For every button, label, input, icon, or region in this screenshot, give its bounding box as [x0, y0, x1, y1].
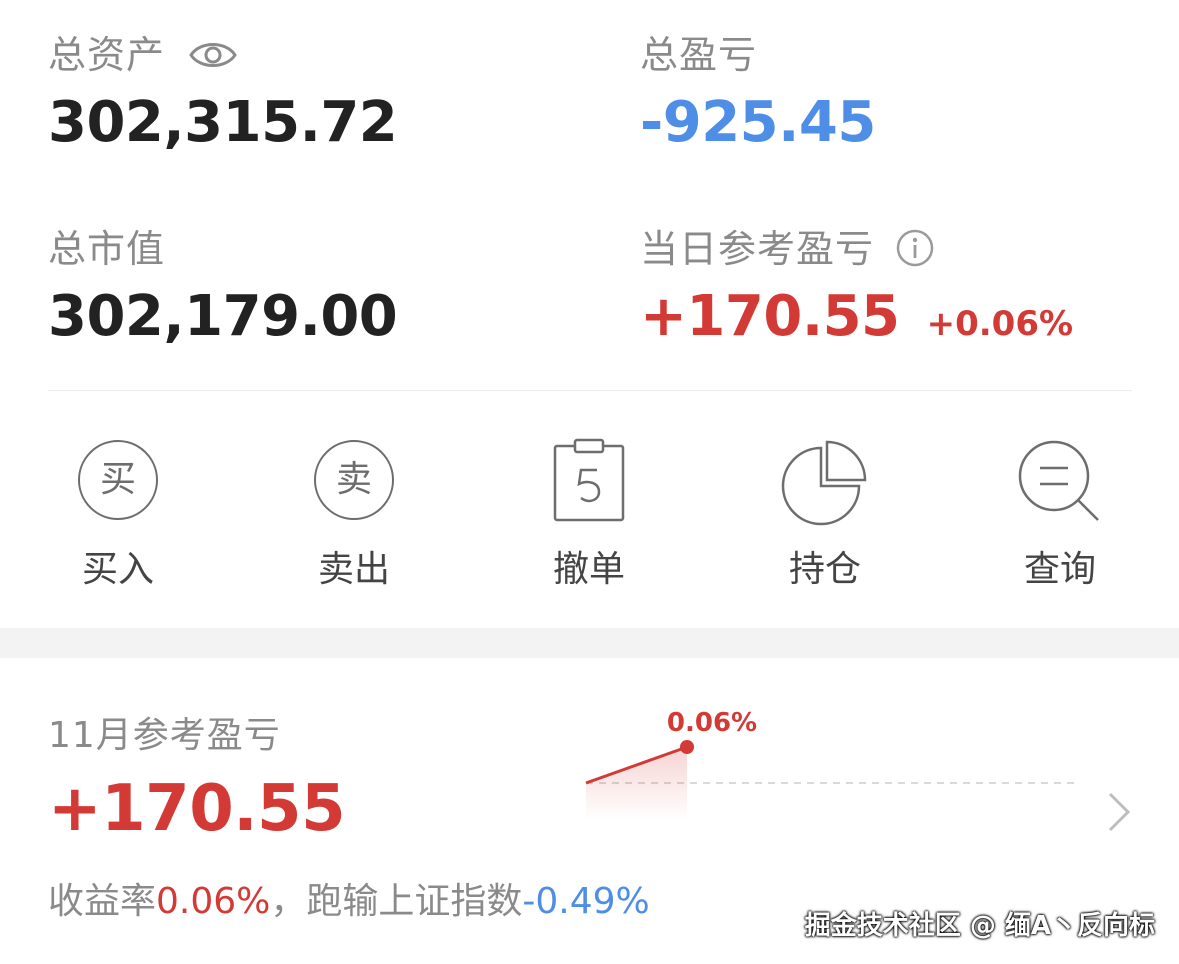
daily-pnl-percent: +0.06% [926, 304, 1074, 344]
monthly-pnl-label: 11月参考盈亏 [48, 715, 281, 756]
monthly-sparkline[interactable]: 0.06% [560, 696, 1100, 836]
total-assets-block: 总资产 [48, 24, 238, 79]
total-assets-label: 总资产 [48, 33, 166, 77]
chart-area [586, 747, 687, 820]
buy-label: 买入 [81, 549, 154, 590]
total-pnl-value: -925.45 [640, 90, 876, 155]
section-separator [0, 628, 1179, 658]
revoke-icon [553, 438, 625, 522]
daily-pnl-row: +170.55 +0.06% [640, 284, 1073, 349]
query-label: 查询 [1023, 549, 1096, 590]
total-pnl-label: 总盈亏 [640, 33, 758, 77]
holdings-button[interactable]: 持仓 [745, 436, 905, 596]
sell-label: 卖出 [317, 549, 390, 590]
query-button[interactable]: 查询 [980, 436, 1140, 596]
pie-chart-icon [781, 440, 867, 526]
daily-pnl-label: 当日参考盈亏 [640, 227, 875, 271]
market-value-label: 总市值 [48, 227, 166, 271]
search-icon [1018, 440, 1099, 521]
buy-icon: 买 [78, 440, 158, 520]
daily-pnl-value: +170.55 [640, 284, 900, 349]
divider [48, 390, 1132, 391]
compare-value: -0.49% [522, 881, 650, 922]
sell-icon: 卖 [314, 440, 394, 520]
yield-label: 收益率 [48, 881, 157, 922]
buy-button[interactable]: 买 买入 [38, 436, 198, 596]
compare-label: ，跑输上证指数 [270, 881, 523, 922]
chevron-right-icon[interactable] [1104, 790, 1134, 834]
market-value-value: 302,179.00 [48, 284, 398, 349]
watermark: 掘金技术社区 @ 缅A丶反向标 [804, 911, 1155, 941]
monthly-pnl-value: +170.55 [48, 772, 346, 846]
monthly-yield-line: 收益率0.06%，跑输上证指数-0.49% [48, 872, 650, 924]
daily-pnl-block: 当日参考盈亏 [640, 218, 935, 273]
revoke-label: 撤单 [552, 549, 625, 590]
yield-value: 0.06% [156, 881, 271, 922]
sell-button[interactable]: 卖 卖出 [274, 436, 434, 596]
chart-point [680, 740, 694, 754]
holdings-label: 持仓 [788, 549, 861, 590]
total-assets-value: 302,315.72 [48, 90, 398, 155]
revoke-button[interactable]: 撤单 [509, 436, 669, 596]
eye-icon[interactable] [188, 38, 238, 72]
chart-point-label: 0.06% [667, 708, 757, 738]
info-icon[interactable] [895, 228, 935, 268]
